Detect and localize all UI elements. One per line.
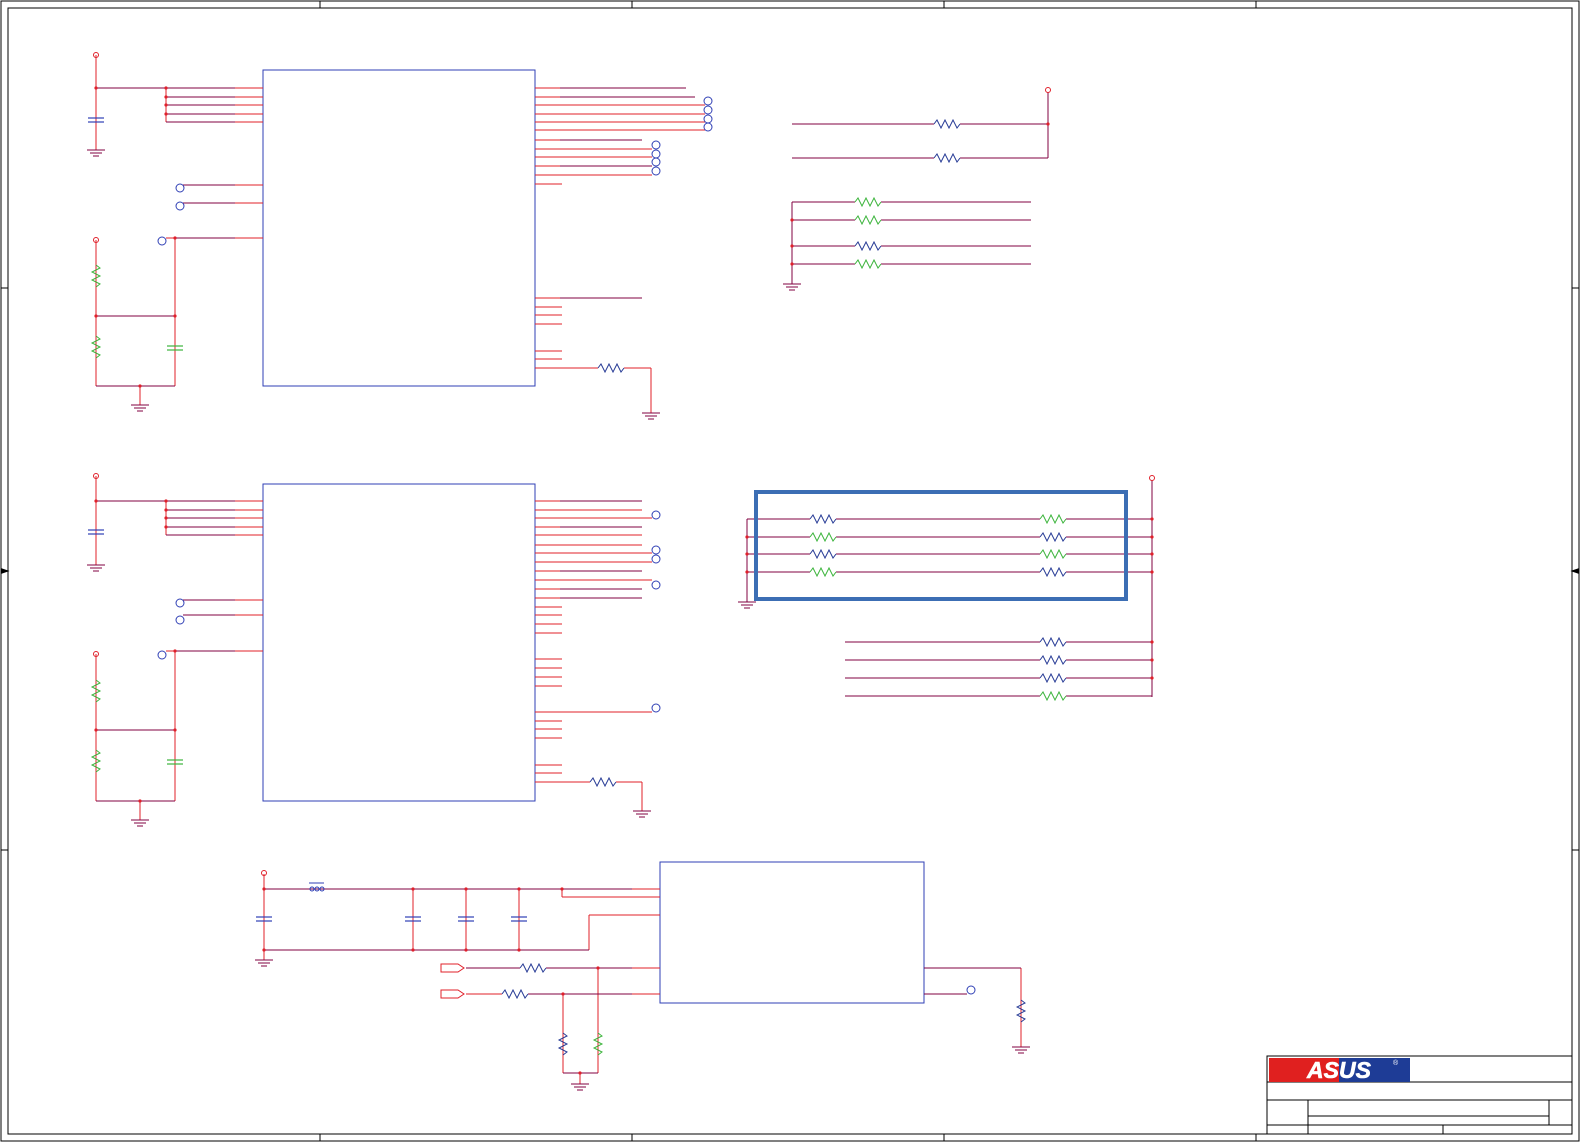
- registered-mark: ®: [1393, 1059, 1399, 1067]
- schematic-sheet: ASUS ®: [0, 0, 1582, 1143]
- schematic-canvas: ASUS ®: [0, 0, 1580, 1142]
- resistor-network-top: [783, 87, 1051, 291]
- highlight-box: [754, 490, 1128, 601]
- title-block: ASUS ®: [1266, 1055, 1573, 1135]
- asus-logo: ASUS ®: [1269, 1057, 1410, 1083]
- resistor-network-middle: [738, 475, 1155, 702]
- ic-u2: [87, 473, 661, 827]
- ic-u3: [255, 861, 1030, 1091]
- ic-u1: [87, 52, 713, 420]
- asus-logo-text: ASUS: [1306, 1057, 1372, 1083]
- sheet-frame: [0, 0, 1580, 1142]
